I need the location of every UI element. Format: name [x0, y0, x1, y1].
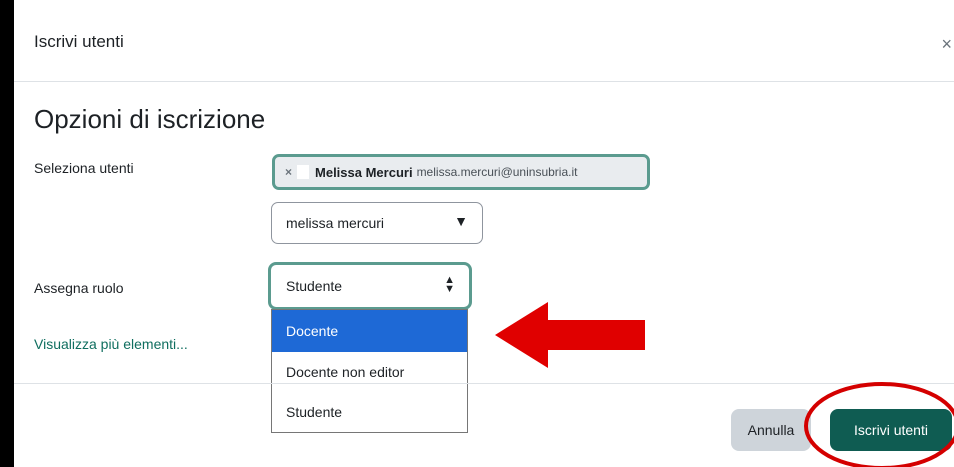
role-option-docente-non-editor[interactable]: Docente non editor: [272, 352, 467, 392]
selected-user-chip[interactable]: × Melissa Mercuri melissa.mercuri@uninsu…: [272, 154, 650, 190]
selected-user-name: Melissa Mercuri: [315, 164, 413, 180]
close-icon[interactable]: ×: [941, 34, 952, 55]
user-search-select[interactable]: melissa mercuri ▼: [271, 202, 483, 244]
section-title: Opzioni di iscrizione: [34, 104, 266, 134]
select-updown-icon: ▲ ▼: [444, 274, 455, 295]
role-option-studente[interactable]: Studente: [272, 392, 467, 432]
role-dropdown-list: Docente Docente non editor Studente: [271, 309, 468, 433]
selected-user-email: melissa.mercuri@uninsubria.it: [416, 165, 578, 179]
modal-header: Iscrivi utenti ×: [14, 0, 954, 82]
cancel-button[interactable]: Annulla: [731, 409, 811, 451]
enrol-users-modal: Iscrivi utenti × Opzioni di iscrizione S…: [14, 0, 954, 467]
role-select-value: Studente: [286, 278, 343, 294]
modal-title: Iscrivi utenti: [34, 32, 124, 51]
show-more-link[interactable]: Visualizza più elementi...: [34, 336, 188, 352]
role-option-docente[interactable]: Docente: [272, 310, 467, 352]
assign-role-label: Assegna ruolo: [34, 280, 124, 296]
enrol-users-button[interactable]: Iscrivi utenti: [830, 409, 952, 451]
dropdown-arrow-icon[interactable]: ▼: [454, 213, 468, 229]
select-users-label: Seleziona utenti: [34, 160, 134, 176]
user-search-value: melissa mercuri: [286, 215, 385, 231]
role-select[interactable]: Studente ▲ ▼: [268, 262, 472, 310]
user-picture: [297, 165, 310, 179]
remove-user-icon[interactable]: ×: [285, 165, 292, 179]
footer-divider: [14, 383, 954, 384]
